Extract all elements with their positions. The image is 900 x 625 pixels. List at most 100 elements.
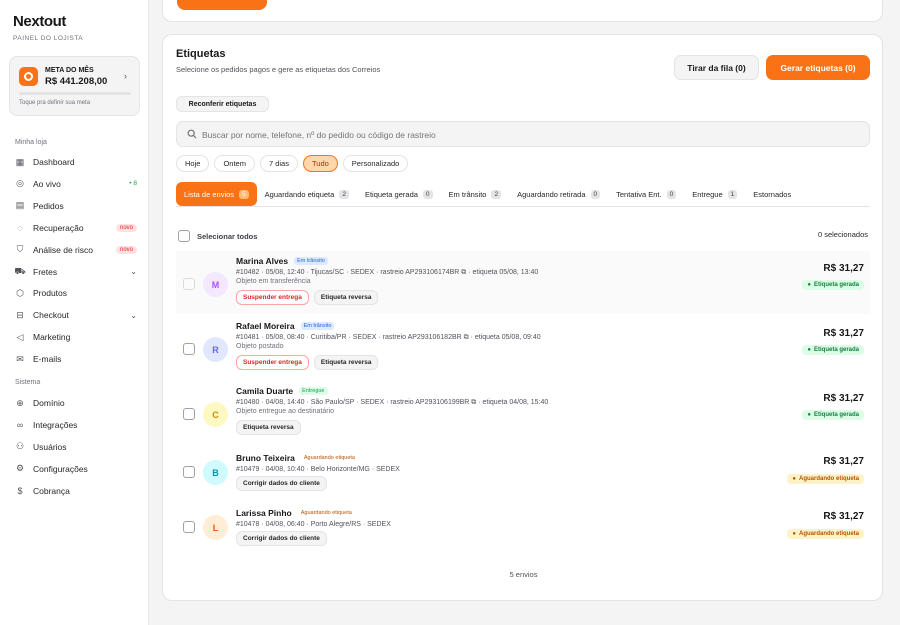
tab-em-trânsito[interactable]: Em trânsito 2 [441,182,510,206]
sidebar-item-cobrança[interactable]: $ Cobrança [15,483,137,499]
sidebar-item-análise-de-risco[interactable]: ⛉ Análise de risco novo [15,242,137,258]
sidebar-item-produtos[interactable]: ⬡ Produtos [15,285,137,301]
previous-card-button[interactable] [177,0,267,10]
select-all[interactable]: Selecionar todos [178,230,257,242]
remove-from-queue-button[interactable]: Tirar da fila (0) [674,55,759,80]
tab-tentativa-ent-[interactable]: Tentativa Ent. 0 [608,182,684,206]
fix-customer-data-button[interactable]: Corrigir dados do cliente [236,476,327,491]
monthly-goal-card[interactable]: META DO MÊS R$ 441.208,00 › Toque pra de… [9,56,140,116]
tab-label: Em trânsito [448,189,487,199]
shipment-price: R$ 31,27 [823,393,864,404]
reverse-label-button[interactable]: Etiqueta reversa [236,420,301,435]
shipment-row: M Marina Alves Em trânsito #10482 · 05/08, … [176,251,870,314]
reverse-label-button[interactable]: Etiqueta reversa [313,290,379,305]
sidebar-item-dashboard[interactable]: ▦ Dashboard [15,154,137,170]
shipment-row: B Bruno Teixeira Aguardando etiqueta #10479… [176,448,870,503]
chevron-down-icon: ⌄ [130,310,137,320]
goal-hint: Toque pra definir sua meta [19,100,91,106]
tab-count: 2 [339,189,349,199]
sidebar-item-label: E-mails [33,354,62,365]
sidebar-item-usuários[interactable]: ⚇ Usuários [15,439,137,455]
new-badge: novo [115,223,137,232]
customer-name: Rafael Moreira Em trânsito [236,321,335,331]
globe-icon: ⊕ [16,397,24,408]
label-status-pill: ● Etiqueta gerada [802,410,864,420]
sidebar-item-configurações[interactable]: ⚙ Configurações [15,461,137,477]
row-checkbox[interactable] [183,466,195,478]
cart-icon: ⊟ [16,309,24,320]
date-filter-chip[interactable]: 7 dias [259,155,298,172]
shipments-total: 5 envios [509,570,538,579]
sidebar-item-ao-vivo[interactable]: ◎ Ao vivo • 8 [15,176,137,192]
tab-etiqueta-gerada[interactable]: Etiqueta gerada 0 [357,182,441,206]
live-icon: ◎ [16,178,24,189]
date-filter-chip[interactable]: Ontem [214,155,255,172]
tab-label: Aguardando etiqueta [264,189,335,199]
tab-lista-de-envios[interactable]: Lista de envios 5 [176,182,257,206]
sidebar-item-label: Configurações [33,463,88,474]
shipment-meta: #10479 · 04/08, 10:40 · Belo Horizonte/M… [236,466,400,473]
status-dot-icon: ● [807,347,811,353]
date-filter-chip[interactable]: Tudo [302,155,338,172]
tab-estornados[interactable]: Estornados [745,182,799,206]
customer-name-text: Larissa Pinho [236,508,292,518]
row-checkbox[interactable] [183,343,195,355]
recheck-labels-button[interactable]: Reconferir etiquetas [176,96,269,112]
fix-customer-data-button[interactable]: Corrigir dados do cliente [236,531,327,546]
sidebar-item-label: Recuperação [33,222,84,233]
row-checkbox[interactable] [183,408,195,420]
customer-name-text: Rafael Moreira [236,321,295,331]
customer-name: Bruno Teixeira Aguardando etiqueta [236,453,358,463]
row-checkbox[interactable] [183,521,195,533]
box-icon: ⬡ [16,287,24,298]
brand-logo: Nextout [13,13,67,30]
sidebar-item-label: Marketing [33,332,71,343]
sidebar-item-integrações[interactable]: ∞ Integrações [15,417,137,433]
avatar: C [203,402,228,427]
search-input[interactable] [202,126,852,143]
sidebar-item-checkout[interactable]: ⊟ Checkout ⌄ [15,307,137,323]
row-checkbox[interactable] [183,278,195,290]
users-icon: ⚇ [15,441,25,452]
link-icon: ∞ [16,419,24,430]
suspend-delivery-button[interactable]: Suspender entrega [236,355,309,370]
tab-label: Estornados [753,189,792,199]
selected-count: 0 selecionados [817,230,868,239]
tab-aguardando-retirada[interactable]: Aguardando retirada 0 [509,182,608,206]
chat-icon: ◌ [17,222,23,233]
select-all-checkbox[interactable] [178,230,190,242]
sidebar-item-marketing[interactable]: ◁ Marketing [15,329,137,345]
sidebar-item-label: Pedidos [33,200,64,211]
date-filter-chip[interactable]: Hoje [176,155,210,172]
target-icon [19,67,38,86]
sidebar-item-domínio[interactable]: ⊕ Domínio [15,395,137,411]
shipment-status-badge: Aguardando etiqueta [303,455,355,461]
chevron-right-icon: › [124,71,127,81]
row-actions: Suspender entrega Etiqueta reversa [236,290,379,305]
status-dot-icon: ● [807,282,811,288]
suspend-delivery-button[interactable]: Suspender entrega [236,290,309,305]
status-dot-icon: ● [807,412,811,418]
customer-name: Larissa Pinho Aguardando etiqueta [236,508,355,518]
sidebar-item-label: Produtos [33,288,68,299]
avatar: L [203,515,228,540]
customer-name-text: Camila Duarte [236,386,294,396]
sidebar-item-pedidos[interactable]: ▤ Pedidos [15,198,137,214]
customer-name: Marina Alves Em trânsito [236,256,328,266]
shipment-price: R$ 31,27 [823,511,864,522]
sidebar-item-recuperação[interactable]: ◌ Recuperação novo [15,220,137,236]
tab-count: 0 [590,189,601,199]
generate-labels-button[interactable]: Gerar etiquetas (0) [766,55,870,80]
search-bar [176,121,870,147]
status-dot-icon: ● [792,476,796,482]
shipment-row: L Larissa Pinho Aguardando etiqueta #10478 … [176,503,870,558]
section-system: Sistema [15,379,41,386]
tab-aguardando-etiqueta[interactable]: Aguardando etiqueta 2 [257,182,357,206]
label-status-text: Etiqueta gerada [813,412,859,418]
date-filter-chip[interactable]: Personalizado [342,155,409,172]
sidebar-item-fretes[interactable]: ⛟ Fretes ⌄ [14,264,137,280]
sidebar-item-e-mails[interactable]: ✉ E-mails [15,351,137,367]
row-actions: Corrigir dados do cliente [236,531,327,546]
reverse-label-button[interactable]: Etiqueta reversa [313,355,379,370]
tab-entregue[interactable]: Entregue 1 [684,182,745,206]
